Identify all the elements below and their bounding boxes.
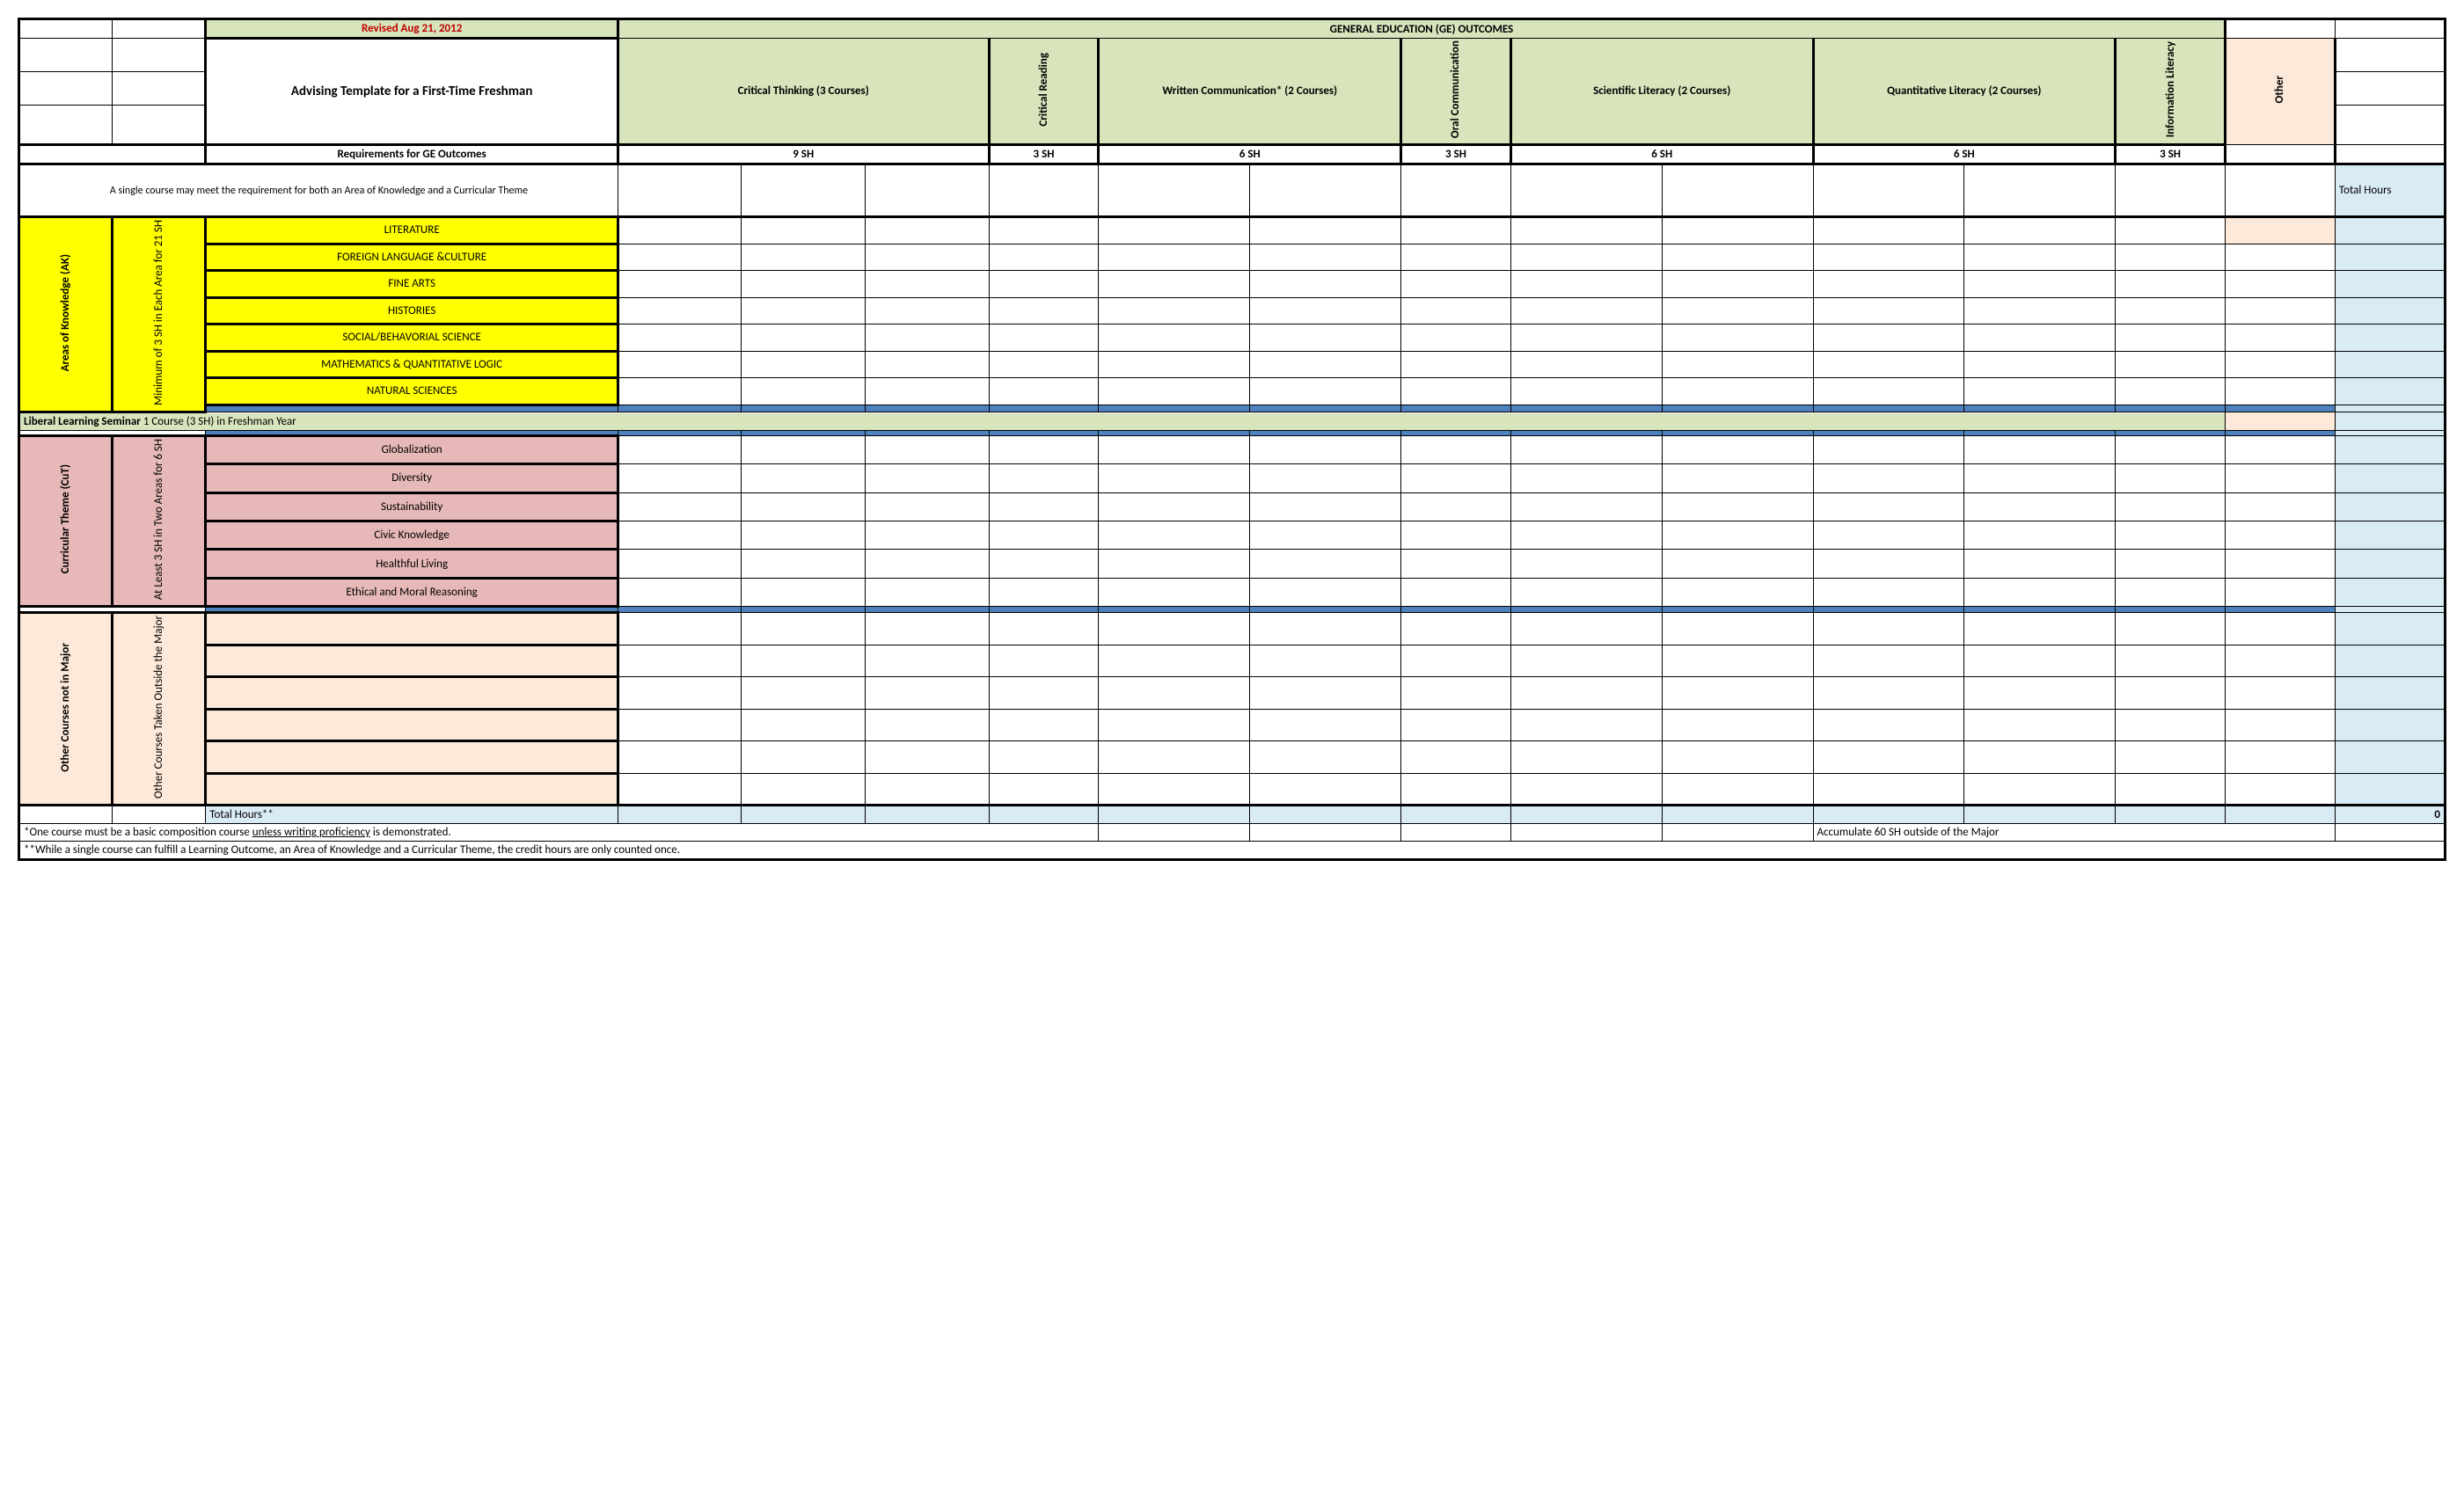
ak-sub: Minimum of 3 SH in Each Area for 21 SH [152,220,165,405]
revised-date: Revised Aug 21, 2012 [362,22,462,35]
ak-row: LITERATURE [206,217,618,244]
ak-row: SOCIAL/BEHAVORIAL SCIENCE [206,325,618,352]
sh-il: 3 SH [2116,145,2226,164]
footnote-2: **While a single course can fulfill a Le… [19,842,2446,860]
col-oral-comm: Oral Communication [1449,40,1462,138]
footnote-1: *One course must be a basic composition … [19,824,1099,842]
lls-row: Liberal Learning Seminar 1 Course (3 SH)… [19,412,2226,430]
total-value: 0 [2335,806,2445,824]
col-critical-reading: Critical Reading [1037,53,1050,127]
cut-row: Diversity [206,464,618,492]
advising-template-table: Revised Aug 21, 2012 GENERAL EDUCATION (… [18,18,2446,861]
ak-row: MATHEMATICS & QUANTITATIVE LOGIC [206,351,618,378]
ak-label: Areas of Knowledge (AK) [59,254,72,371]
other-sub: Other Courses Taken Outside the Major [152,616,165,799]
cut-row: Globalization [206,435,618,463]
cut-row: Ethical and Moral Reasoning [206,578,618,606]
col-other: Other [2273,76,2286,103]
cut-label: Curricular Theme (CuT) [59,464,72,573]
cut-row: Healthful Living [206,550,618,578]
other-label: Other Courses not in Major [59,643,72,772]
ak-row: FINE ARTS [206,271,618,298]
col-scientific: Scientific Literacy (2 Courses) [1510,39,1813,145]
cut-row: Sustainability [206,492,618,521]
col-written-comm: Written Communication* (2 Courses) [1099,39,1401,145]
sh-ct: 9 SH [618,145,989,164]
accumulate-note: Accumulate 60 SH outside of the Major [1813,824,2335,842]
col-info-literacy: Information Literacy [2164,41,2177,137]
template-title: Advising Template for a First-Time Fresh… [206,39,618,145]
ak-row: HISTORIES [206,297,618,325]
sh-oc: 3 SH [1401,145,1511,164]
sh-cr: 3 SH [989,145,1099,164]
sh-wc: 6 SH [1099,145,1401,164]
total-hours-row: Total Hours** [206,806,618,824]
sh-ql: 6 SH [1813,145,2116,164]
total-hours-label: Total Hours [2335,164,2445,217]
col-quantitative: Quantitative Literacy (2 Courses) [1813,39,2116,145]
ge-outcomes-header: GENERAL EDUCATION (GE) OUTCOMES [618,19,2225,39]
requirements-label: Requirements for GE Outcomes [206,145,618,164]
note-top: A single course may meet the requirement… [19,164,618,217]
cut-sub: At Least 3 SH in Two Areas for 6 SH [152,439,165,600]
ak-row: NATURAL SCIENCES [206,378,618,405]
ak-row: FOREIGN LANGUAGE &CULTURE [206,244,618,271]
sh-sl: 6 SH [1510,145,1813,164]
col-critical-thinking: Critical Thinking (3 Courses) [618,39,989,145]
cut-row: Civic Knowledge [206,521,618,550]
